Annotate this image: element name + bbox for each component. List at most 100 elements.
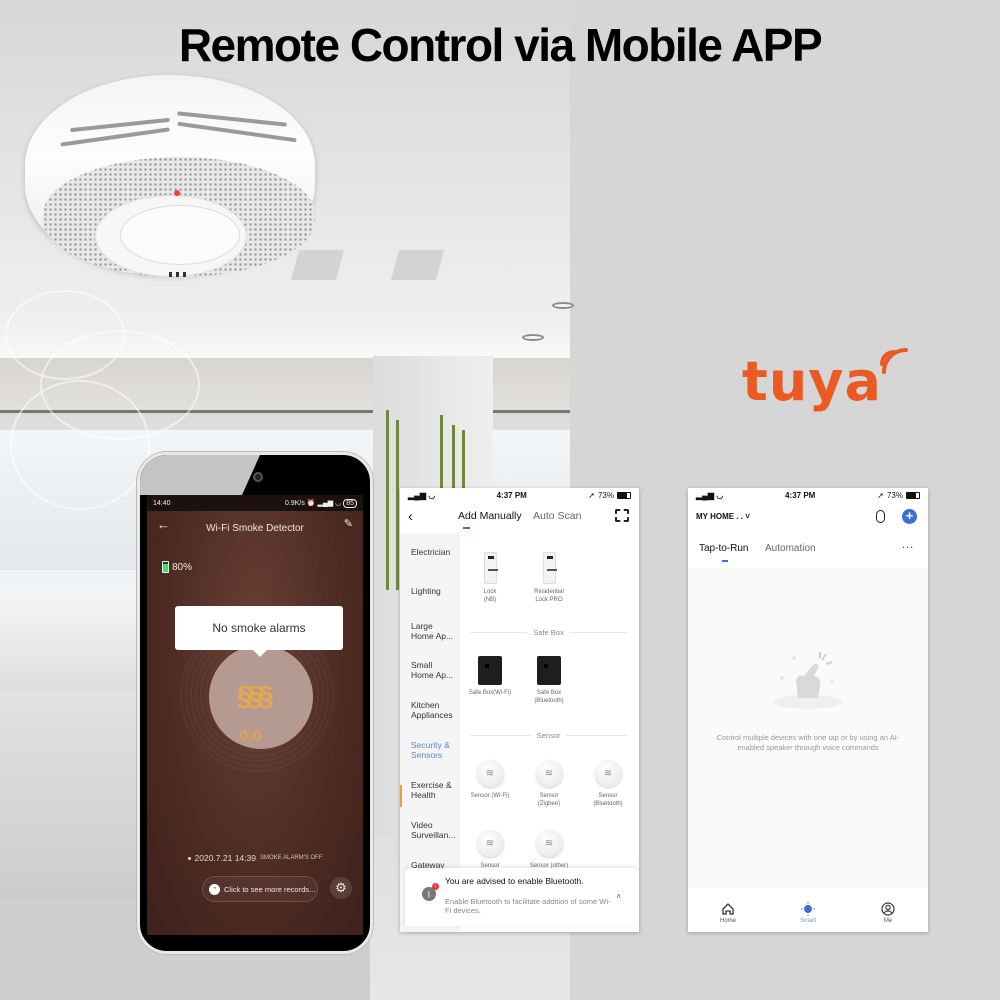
more-records-button[interactable]: ◔ Click to see more records... bbox=[202, 876, 318, 902]
smoke-wisp bbox=[10, 380, 150, 510]
tab-automation[interactable]: Automation bbox=[765, 543, 816, 554]
tab-add-manually[interactable]: Add Manually bbox=[458, 510, 522, 522]
status-battery: 73% bbox=[886, 491, 903, 500]
status-time: 4:37 PM bbox=[785, 491, 816, 500]
more-records-label: Click to see more records... bbox=[224, 884, 316, 894]
tab-label: Home bbox=[719, 918, 736, 924]
signal-wifi-icon: ▂▄▆ ◡ bbox=[408, 491, 436, 500]
alarm-icon: ⏰ bbox=[306, 500, 316, 507]
category-security-sensors[interactable]: Security & Sensors bbox=[411, 740, 457, 760]
android-phone: 14:40 0.9K/s ⏰ ▂▄▆ ◡ 85 ← Wi-Fi Smoke De… bbox=[137, 452, 373, 954]
status-indicators: 0.9K/s ⏰ ▂▄▆ ◡ 85 bbox=[285, 499, 357, 508]
device-sensor-bluetooth[interactable]: ≋ Sensor (Bluetooth) bbox=[578, 760, 638, 808]
device-name: Safe Box bbox=[536, 690, 562, 696]
device-sensor-other[interactable]: ≋ Sensor (other) bbox=[519, 830, 579, 870]
category-large-home-appliances[interactable]: Large Home Ap... bbox=[411, 621, 457, 641]
device-sub: (Bluetooth) bbox=[534, 698, 564, 704]
microphone-icon[interactable] bbox=[876, 510, 885, 523]
scan-qr-icon[interactable] bbox=[615, 509, 629, 522]
signal-wifi-icon: ▂▄▆ ◡ bbox=[696, 491, 724, 500]
tab-auto-scan[interactable]: Auto Scan bbox=[533, 510, 581, 522]
empty-state-area bbox=[688, 568, 928, 888]
detector-button bbox=[120, 205, 240, 265]
device-name: Safe Box(Wi-Fi) bbox=[468, 690, 512, 696]
ceiling-light bbox=[552, 302, 574, 309]
status-time: 4:37 PM bbox=[496, 491, 527, 500]
settings-gear-icon[interactable]: ⚙ bbox=[330, 877, 352, 899]
device-safe-box-bluetooth[interactable]: Safe Box (Bluetooth) bbox=[519, 656, 579, 705]
warning-badge: ! bbox=[432, 883, 439, 890]
category-lighting[interactable]: Lighting bbox=[411, 586, 441, 596]
banner-subtitle: Enable Bluetooth to facilitate addition … bbox=[445, 897, 611, 915]
tab-tap-to-run[interactable]: Tap-to-Run bbox=[699, 543, 748, 554]
device-residential-lock-pro[interactable]: Residential Lock PRO bbox=[519, 552, 579, 604]
tuya-logo: tuya bbox=[742, 350, 882, 413]
lock-icon bbox=[542, 552, 557, 584]
lock-icon bbox=[483, 552, 498, 584]
category-exercise-health[interactable]: Exercise & Health bbox=[411, 780, 457, 800]
empty-state-text: Control multiple devices with one tap or… bbox=[716, 733, 900, 752]
edit-pencil-icon[interactable]: ✎ bbox=[344, 517, 353, 530]
wifi-signal-icon bbox=[880, 348, 908, 374]
category-small-home-appliances[interactable]: Small Home Ap... bbox=[411, 660, 457, 680]
smart-scenes-screen: ▂▄▆ ◡ 4:37 PM ➚ 73% MY HOME . . ˅ + Tap-… bbox=[688, 488, 928, 932]
category-kitchen-appliances[interactable]: Kitchen Appliances bbox=[411, 700, 457, 720]
home-selector[interactable]: MY HOME . . ˅ bbox=[696, 512, 750, 521]
chevron-up-icon[interactable]: ˄ bbox=[616, 892, 621, 901]
ceiling-light bbox=[522, 334, 544, 341]
smoke-detector-app-screen: 14:40 0.9K/s ⏰ ▂▄▆ ◡ 85 ← Wi-Fi Smoke De… bbox=[147, 495, 363, 935]
battery-icon bbox=[616, 492, 631, 499]
chevron-down-icon: ˅ bbox=[745, 512, 750, 521]
smoke-icon: §§§ bbox=[237, 680, 274, 711]
device-sensor-zigbee[interactable]: ≋ Sensor (Zigbee) bbox=[519, 760, 579, 808]
device-name: Residential bbox=[534, 589, 564, 595]
record-datetime: 2020.7.21 14:39 bbox=[194, 853, 256, 863]
sensor-icon: ≋ bbox=[535, 830, 563, 857]
bluetooth-advice-banner[interactable]: ᛒ ! You are advised to enable Bluetooth.… bbox=[405, 868, 639, 926]
section-sensor: Sensor bbox=[470, 731, 628, 740]
section-title: Sensor bbox=[536, 731, 561, 740]
tab-smart[interactable]: Smart bbox=[783, 898, 833, 932]
add-plus-button[interactable]: + bbox=[902, 509, 917, 524]
device-sub: (Bluetooth) bbox=[593, 801, 623, 807]
sensor-icon: ≋ bbox=[594, 760, 622, 787]
divider bbox=[470, 735, 531, 736]
sensor-icon: ≋ bbox=[476, 830, 504, 857]
device-sub: (Zigbee) bbox=[537, 801, 561, 807]
device-name: Sensor bbox=[598, 793, 618, 799]
status-battery: 73% bbox=[597, 491, 614, 500]
status-right: ➚ 73% bbox=[877, 491, 920, 500]
category-electrician[interactable]: Electrician bbox=[411, 547, 450, 557]
device-sensor-wifi[interactable]: ≋ Sensor (Wi-Fi) bbox=[460, 760, 520, 800]
back-chevron-icon[interactable]: ‹ bbox=[408, 508, 413, 525]
device-lock-nb[interactable]: Lock (NB) bbox=[460, 552, 520, 604]
safe-box-icon bbox=[478, 656, 502, 685]
active-tab-indicator bbox=[722, 560, 728, 562]
divider bbox=[569, 632, 627, 633]
more-options-icon[interactable]: ... bbox=[902, 539, 914, 551]
phone-glass-reflection bbox=[140, 455, 260, 495]
tab-label: Me bbox=[883, 918, 893, 924]
device-name: Sensor bbox=[539, 793, 559, 799]
section-safe-box: Safe Box bbox=[470, 628, 627, 637]
sensor-icon: ≋ bbox=[476, 760, 504, 787]
page-title: Remote Control via Mobile APP bbox=[178, 19, 823, 71]
tab-home[interactable]: Home bbox=[703, 898, 753, 932]
tab-me[interactable]: Me bbox=[863, 898, 913, 932]
location-icon: ➚ bbox=[588, 491, 595, 500]
bottom-tab-bar: Home Smart Me bbox=[688, 898, 928, 932]
ceiling-beam bbox=[390, 250, 445, 280]
android-status-bar: 14:40 0.9K/s ⏰ ▂▄▆ ◡ 85 bbox=[147, 495, 363, 511]
record-dot bbox=[187, 856, 191, 860]
device-name: Sensor (Wi-Fi) bbox=[470, 793, 510, 799]
category-video-surveillance[interactable]: Video Surveillan... bbox=[411, 820, 457, 840]
add-device-screen: ▂▄▆ ◡ 4:37 PM ➚ 73% ‹ Add Manually Auto … bbox=[400, 488, 639, 932]
active-category-indicator bbox=[400, 785, 402, 807]
device-safe-box-wifi[interactable]: Safe Box(Wi-Fi) bbox=[460, 656, 520, 697]
clock-icon: ◔ bbox=[209, 883, 220, 895]
location-icon: ➚ bbox=[877, 491, 884, 500]
bamboo-stalk bbox=[386, 410, 389, 590]
battery-icon bbox=[905, 492, 920, 499]
alarm-led bbox=[174, 190, 180, 196]
camera-icon bbox=[253, 472, 263, 482]
